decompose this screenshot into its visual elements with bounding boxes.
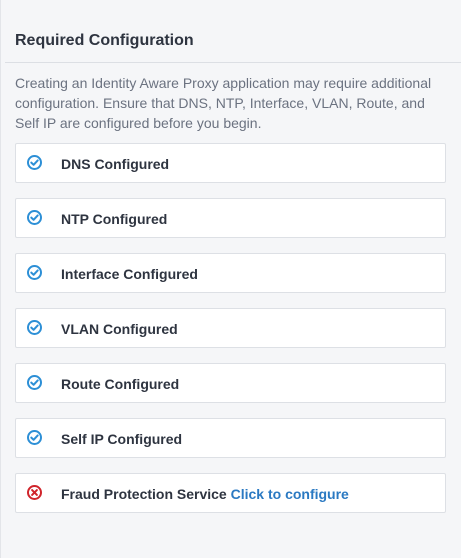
checklist-item-ntp: NTP Configured bbox=[15, 198, 446, 238]
panel-title: Required Configuration bbox=[15, 32, 194, 49]
checklist-item-label: Interface Configured bbox=[61, 266, 198, 282]
check-circle-icon bbox=[27, 155, 42, 170]
required-configuration-panel: Required Configuration Creating an Ident… bbox=[0, 0, 461, 558]
checklist-item-label: NTP Configured bbox=[61, 211, 168, 227]
click-to-configure-link[interactable]: Click to configure bbox=[231, 486, 349, 502]
checklist-item-fraud-protection: Fraud Protection Service Click to config… bbox=[15, 473, 446, 513]
check-circle-icon bbox=[27, 265, 42, 280]
checklist-item-vlan: VLAN Configured bbox=[15, 308, 446, 348]
checklist-item-label: DNS Configured bbox=[61, 156, 170, 172]
checklist-item-interface: Interface Configured bbox=[15, 253, 446, 293]
checklist-item-label: Self IP Configured bbox=[61, 431, 183, 447]
panel-description: Creating an Identity Aware Proxy applica… bbox=[15, 75, 432, 131]
check-circle-icon bbox=[27, 375, 42, 390]
check-circle-icon bbox=[27, 430, 42, 445]
configuration-checklist: DNS Configured NTP Configured Interface … bbox=[15, 143, 446, 528]
checklist-item-text: Fraud Protection Service bbox=[61, 486, 227, 502]
checklist-item-label: Route Configured bbox=[61, 376, 180, 392]
check-circle-icon bbox=[27, 210, 42, 225]
title-divider bbox=[5, 62, 461, 63]
x-circle-icon bbox=[27, 485, 42, 500]
checklist-item-dns: DNS Configured bbox=[15, 143, 446, 183]
checklist-item-self-ip: Self IP Configured bbox=[15, 418, 446, 458]
checklist-item-label: Fraud Protection Service Click to config… bbox=[61, 485, 349, 503]
checklist-item-label: VLAN Configured bbox=[61, 321, 178, 337]
check-circle-icon bbox=[27, 320, 42, 335]
checklist-item-route: Route Configured bbox=[15, 363, 446, 403]
